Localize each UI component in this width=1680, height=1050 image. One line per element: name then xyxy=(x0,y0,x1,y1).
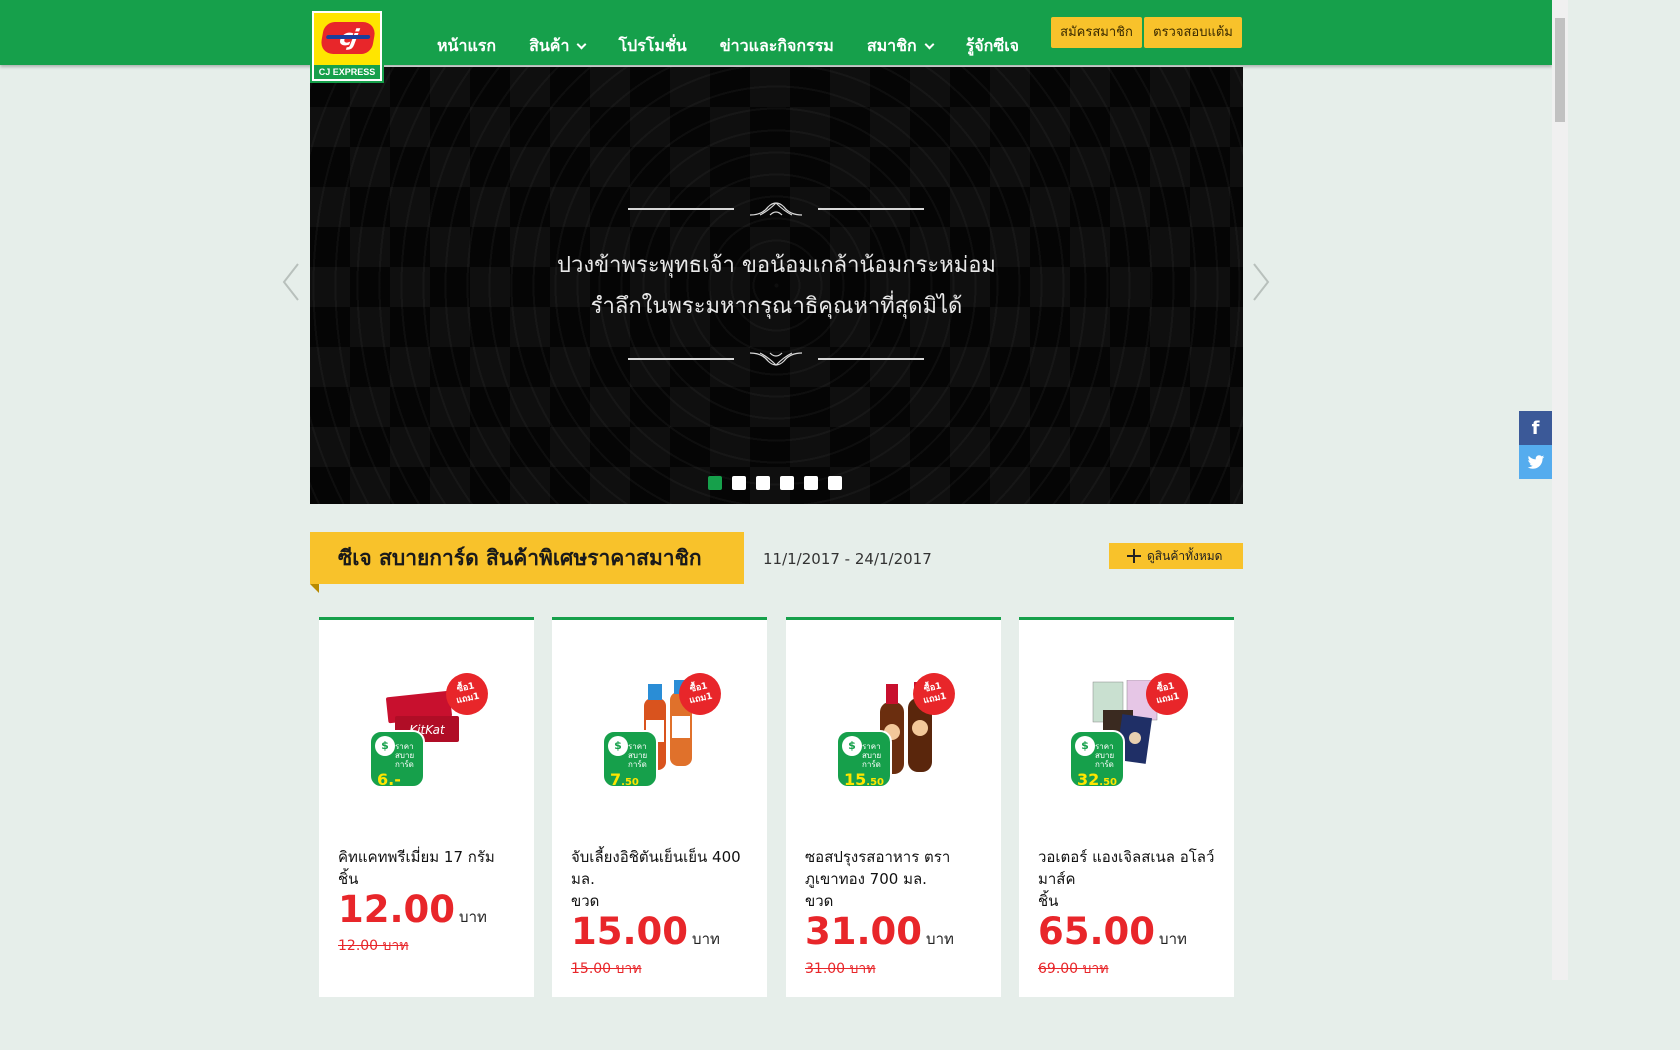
view-all-label: ดูสินค้าทั้งหมด xyxy=(1147,549,1223,563)
product-name[interactable]: ซอสปรุงรสอาหาร ตรา ภูเขาทอง 700 มล. ขวด xyxy=(805,846,985,912)
nav-label: หน้าแรก xyxy=(437,36,497,55)
nav-label: รู้จักซีเจ xyxy=(965,36,1020,55)
nav-item-members[interactable]: สมาชิก xyxy=(866,34,935,59)
product-price: 65.00 บาท xyxy=(1038,910,1187,953)
nav-label: ข่าวและกิจกรรม xyxy=(719,36,834,55)
nav-item-home[interactable]: หน้าแรก xyxy=(437,34,496,59)
product-card[interactable]: KitKat ซื้อ1 แถม1 $ ราคา สบายการ์ด 6.- ค… xyxy=(319,617,534,997)
hero-slider[interactable]: ปวงข้าพระพุทธเจ้า ขอน้อมเกล้าน้อมกระหม่อ… xyxy=(310,67,1243,504)
nav-item-news[interactable]: ข่าวและกิจกรรม xyxy=(720,34,834,59)
chevron-right-icon xyxy=(1253,263,1270,301)
logo-text: CJ EXPRESS xyxy=(314,65,380,79)
ornament-top xyxy=(628,199,924,219)
plus-icon xyxy=(1127,549,1141,563)
hero-background-pattern xyxy=(310,67,1243,504)
slider-dot-3[interactable] xyxy=(756,476,770,490)
check-points-button[interactable]: ตรวจสอบแต้ม xyxy=(1144,17,1242,48)
product-card[interactable]: ซื้อ1 แถม1 $ ราคา สบายการ์ด 32.50 วอเตอร… xyxy=(1019,617,1234,997)
product-unit: ขวด xyxy=(805,892,834,910)
slider-dot-1[interactable] xyxy=(708,476,722,490)
nav-item-about[interactable]: รู้จักซีเจ xyxy=(966,34,1019,59)
twitter-share-button[interactable] xyxy=(1519,445,1552,479)
product-name[interactable]: คิทแคทพรีเมี่ยม 17 กรัม ชิ้น xyxy=(338,846,518,890)
badge-price: 7.50 xyxy=(610,770,639,789)
cj-express-logo[interactable]: cj CJ EXPRESS xyxy=(310,9,384,83)
product-unit: ชิ้น xyxy=(1038,892,1059,910)
section-title: ซีเจ สบายการ์ด สินค้าพิเศษราคาสมาชิก xyxy=(310,532,744,593)
product-unit: ขวด xyxy=(571,892,600,910)
slider-dots xyxy=(708,476,842,490)
badge-label: ราคา สบายการ์ด xyxy=(628,742,648,769)
twitter-icon xyxy=(1527,454,1544,469)
facebook-share-button[interactable]: f xyxy=(1519,411,1552,445)
slider-next-arrow[interactable] xyxy=(1252,262,1270,302)
product-unit: ชิ้น xyxy=(338,870,359,888)
facebook-icon: f xyxy=(1531,417,1540,439)
slider-dot-6[interactable] xyxy=(828,476,842,490)
nav-item-products[interactable]: สินค้า xyxy=(529,34,587,59)
slider-dot-4[interactable] xyxy=(780,476,794,490)
product-price: 31.00 บาท xyxy=(805,910,954,953)
badge-price: 32.50 xyxy=(1077,770,1117,789)
view-all-products-button[interactable]: ดูสินค้าทั้งหมด xyxy=(1109,543,1243,569)
product-old-price: 15.00 บาท xyxy=(571,961,642,977)
money-icon: $ xyxy=(1075,736,1095,756)
product-name[interactable]: จับเลี้ยงอิชิตันเย็นเย็น 400 มล. ขวด xyxy=(571,846,751,912)
product-image[interactable]: ซื้อ1 แถม1 $ ราคา สบายการ์ด 7.50 xyxy=(600,672,722,794)
badge-price: 6.- xyxy=(377,770,401,789)
product-name[interactable]: วอเตอร์ แองเจิลสเนล อโลว์ มาส์ค ชิ้น xyxy=(1038,846,1218,912)
product-image[interactable]: ซื้อ1 แถม1 $ ราคา สบายการ์ด 15.50 xyxy=(834,672,956,794)
hero-line-1: ปวงข้าพระพุทธเจ้า ขอน้อมเกล้าน้อมกระหม่อ… xyxy=(557,253,996,278)
nav-label: สินค้า xyxy=(529,36,570,55)
money-icon: $ xyxy=(842,736,862,756)
scrollbar-thumb[interactable] xyxy=(1555,18,1565,122)
ornament-bottom xyxy=(628,349,924,369)
slider-prev-arrow[interactable] xyxy=(282,262,300,302)
badge-price: 15.50 xyxy=(844,770,884,789)
money-icon: $ xyxy=(608,736,628,756)
sabai-card-price-badge: $ ราคา สบายการ์ด 6.- xyxy=(369,730,425,789)
sabai-card-price-badge: $ ราคา สบายการ์ด 7.50 xyxy=(602,730,658,789)
badge-label: ราคา สบายการ์ด xyxy=(395,742,415,769)
nav-label: โปรโมชั่น xyxy=(618,36,687,55)
product-old-price: 31.00 บาท xyxy=(805,961,876,977)
product-price: 12.00 บาท xyxy=(338,888,487,931)
product-image[interactable]: KitKat ซื้อ1 แถม1 $ ราคา สบายการ์ด 6.- xyxy=(367,672,489,794)
cj-logo-mark: cj xyxy=(319,22,377,54)
section-date-range: 11/1/2017 - 24/1/2017 xyxy=(763,550,932,568)
sabai-card-price-badge: $ ราคา สบายการ์ด 15.50 xyxy=(836,730,892,789)
slider-dot-5[interactable] xyxy=(804,476,818,490)
register-button[interactable]: สมัครสมาชิก xyxy=(1051,17,1142,48)
product-card[interactable]: ซื้อ1 แถม1 $ ราคา สบายการ์ด 15.50 ซอสปรุ… xyxy=(786,617,1001,997)
slider-dot-2[interactable] xyxy=(732,476,746,490)
product-card[interactable]: ซื้อ1 แถม1 $ ราคา สบายการ์ด 7.50 จับเลี้… xyxy=(552,617,767,997)
main-nav: หน้าแรก สินค้า โปรโมชั่น ข่าวและกิจกรรม … xyxy=(437,34,1052,59)
product-old-price: 69.00 บาท xyxy=(1038,961,1109,977)
nav-label: สมาชิก xyxy=(866,36,917,55)
logo-yellow-panel: cj xyxy=(314,13,380,65)
product-image[interactable]: ซื้อ1 แถม1 $ ราคา สบายการ์ด 32.50 xyxy=(1067,672,1189,794)
sabai-card-price-badge: $ ราคา สบายการ์ด 32.50 xyxy=(1069,730,1125,789)
badge-label: ราคา สบายการ์ด xyxy=(862,742,882,769)
nav-item-promotions[interactable]: โปรโมชั่น xyxy=(618,34,686,59)
money-icon: $ xyxy=(375,736,395,756)
badge-label: ราคา สบายการ์ด xyxy=(1095,742,1115,769)
hero-line-2: รำลึกในพระมหากรุณาธิคุณหาที่สุดมิได้ xyxy=(590,294,963,319)
product-price: 15.00 บาท xyxy=(571,910,720,953)
page-scrollbar[interactable] xyxy=(1552,0,1568,980)
product-old-price: 12.00 บาท xyxy=(338,938,409,954)
chevron-down-icon xyxy=(924,39,935,50)
chevron-down-icon xyxy=(577,39,587,50)
chevron-left-icon xyxy=(282,263,299,301)
